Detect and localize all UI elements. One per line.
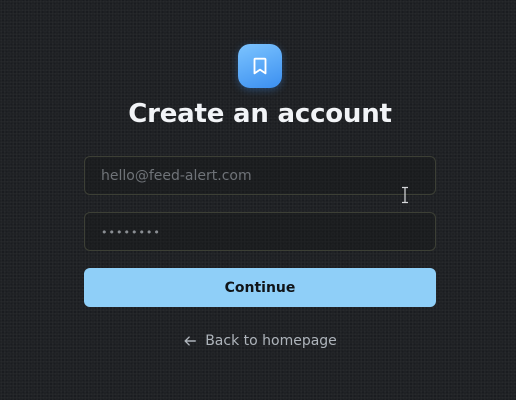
continue-button[interactable]: Continue	[84, 268, 436, 307]
bookmark-icon	[253, 57, 267, 75]
page-title: Create an account	[128, 99, 392, 129]
back-to-homepage-link[interactable]: Back to homepage	[84, 330, 436, 352]
app-logo	[238, 44, 282, 88]
password-field[interactable]	[84, 212, 436, 251]
back-link-label: Back to homepage	[205, 333, 337, 349]
text-cursor-icon	[402, 186, 408, 204]
email-field[interactable]	[84, 156, 436, 195]
arrow-left-icon	[184, 336, 197, 346]
